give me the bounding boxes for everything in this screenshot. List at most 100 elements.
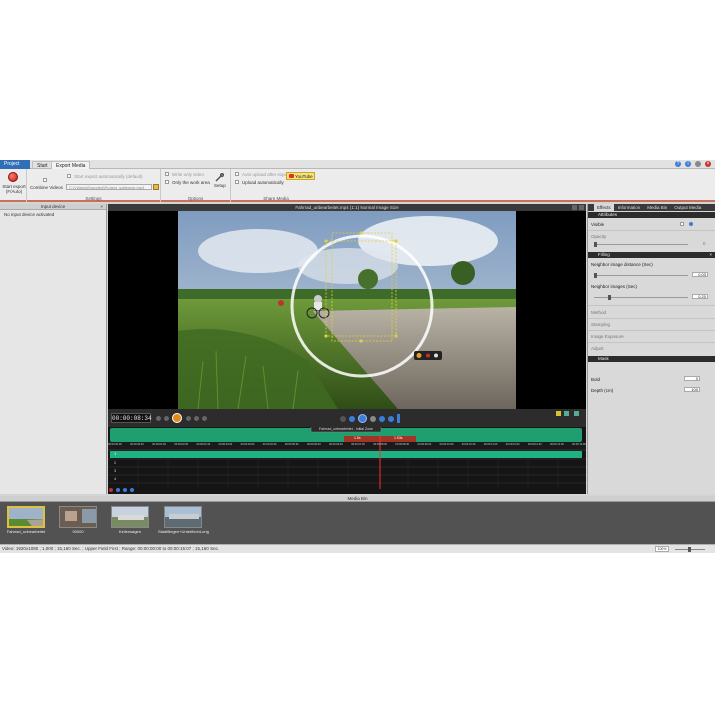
pause-icon[interactable] — [370, 415, 376, 422]
visible-checkbox[interactable] — [680, 222, 684, 226]
slider-knob[interactable] — [594, 273, 597, 278]
ruler-tick: 00:00:05:20 — [284, 443, 299, 446]
attributes-section-header[interactable]: Attributes — [588, 212, 715, 218]
close-panel-icon[interactable]: × — [100, 204, 103, 210]
neighbor-distance-slider[interactable] — [594, 273, 688, 278]
combine-videos-checkbox[interactable] — [43, 178, 47, 182]
media-label: Stadtfliegen+Unterflecht-orig — [158, 529, 209, 534]
play-icon[interactable] — [358, 414, 367, 423]
next-marker-button[interactable] — [194, 416, 199, 421]
zoom-knob[interactable] — [688, 547, 691, 552]
ruler-tick: 00:00:01:20 — [152, 443, 166, 446]
tab-start[interactable]: Start — [32, 161, 53, 169]
rewind-icon[interactable] — [349, 415, 355, 422]
filling-section-header[interactable]: Filling × — [588, 252, 715, 258]
tab-project[interactable]: Project — [0, 160, 30, 169]
divider — [588, 305, 715, 306]
video-title-text: Fahrrad_unbearbeitet.mp4 (1:1) Normal Im… — [295, 205, 399, 210]
neighbor-distance-label: Neighbor image distance (Sec) — [591, 262, 653, 267]
prev-frame-button[interactable] — [164, 416, 169, 421]
slider-knob[interactable] — [594, 242, 597, 247]
help-icon[interactable]: ? — [675, 161, 681, 167]
audio-toggle-icon[interactable] — [574, 411, 579, 416]
close-section-icon[interactable]: × — [709, 252, 712, 258]
preview-area: Fahrrad_unbearbeitet.mp4 (1:1) Normal Im… — [108, 204, 586, 494]
ribbon: Start export (F/Auto) Combine Videos Sta… — [0, 169, 715, 202]
marker-toggle-icon[interactable] — [564, 411, 569, 416]
go-start-icon[interactable] — [340, 415, 346, 422]
tab-output-media[interactable]: Output Media — [671, 204, 704, 211]
playback-controls — [340, 413, 400, 424]
depth-input[interactable]: 100 — [684, 387, 700, 392]
media-thumbnail[interactable] — [59, 506, 97, 528]
opacity-slider[interactable] — [594, 242, 688, 247]
video-preview[interactable] — [108, 211, 586, 409]
tab-export-media[interactable]: Export Media — [51, 161, 91, 169]
auto-upload-checkbox[interactable] — [235, 172, 239, 176]
upload-automatically-checkbox[interactable] — [235, 180, 239, 184]
ruler-tick: 00:00:12:00 — [505, 443, 520, 446]
next-icon[interactable] — [397, 414, 400, 423]
auto-upload-label: Auto upload after export — [242, 172, 291, 177]
prev-marker-button[interactable] — [156, 416, 161, 421]
neighbor-images-slider[interactable] — [594, 295, 688, 300]
menu-tab-bar: Project Start Export Media ? i × — [0, 160, 715, 169]
tab-information[interactable]: Information — [615, 204, 644, 211]
neighbor-images-input[interactable]: 0.20 — [692, 294, 708, 299]
tab-effects[interactable]: Effects — [594, 204, 614, 211]
zoom-slider[interactable] — [675, 547, 705, 552]
upload-automatically-label: Upload automatically — [242, 180, 284, 185]
media-thumbnail[interactable] — [164, 506, 202, 528]
media-thumbnail[interactable] — [7, 506, 45, 528]
video-only-checkbox[interactable] — [165, 172, 169, 176]
keyframe-icon[interactable] — [689, 222, 693, 226]
zoom-level[interactable]: 100% — [655, 546, 669, 552]
opacity-value[interactable]: 0 — [703, 241, 706, 246]
ruler-tick: 00:00:14:00 — [572, 443, 586, 446]
ruler-tick: 00:00:02:00 — [174, 443, 189, 446]
close-icon[interactable]: × — [705, 161, 711, 167]
settings-icon[interactable] — [695, 161, 701, 167]
media-thumbnail[interactable] — [111, 506, 149, 528]
snap-icon[interactable] — [556, 411, 561, 416]
start-export-button[interactable] — [8, 172, 18, 182]
info-icon[interactable]: i — [685, 161, 691, 167]
go-end-icon[interactable] — [388, 415, 394, 422]
loop-button[interactable] — [202, 416, 207, 421]
status-text: Video: 1920x1080 ; 1,000 ; 15,160 Sec. ;… — [2, 546, 220, 551]
timecode-display[interactable]: 00:00:08:34 — [111, 413, 152, 423]
bold-input[interactable]: 0 — [684, 376, 700, 381]
auto-export-checkbox[interactable] — [67, 174, 71, 178]
bold-label: Bold — [591, 377, 601, 382]
setup-label[interactable]: Setup — [214, 183, 226, 188]
ruler-tick: 00:00:08:00 — [373, 443, 388, 446]
next-frame-button[interactable] — [186, 416, 191, 421]
auto-export-label: Start export automatically (default) — [74, 174, 143, 179]
minimize-icon[interactable] — [572, 205, 577, 210]
divider — [588, 330, 715, 331]
export-path-field[interactable]: C:\Videos\Exported\Project_softencer.mp4 — [66, 184, 152, 190]
work-area-checkbox[interactable] — [165, 180, 169, 184]
media-label: Fahrrad_unbearbeitet — [6, 529, 46, 534]
maximize-icon[interactable] — [579, 205, 584, 210]
slider-knob[interactable] — [608, 295, 611, 300]
youtube-button[interactable]: YouTube — [286, 172, 315, 180]
effects-panel: Effects Information Media Bin Output Med… — [587, 204, 715, 494]
work-area-label: Only the work area — [172, 180, 210, 185]
ruler-tick: 00:00:13:20 — [550, 443, 564, 446]
media-bin-header: Media Bin — [0, 496, 715, 502]
folder-icon[interactable] — [153, 184, 159, 190]
fast-forward-icon[interactable] — [379, 415, 385, 422]
neighbor-distance-input[interactable]: 0.03 — [692, 272, 708, 277]
setup-icon[interactable] — [215, 172, 225, 182]
start-export-group: Start export (F/Auto) — [0, 169, 27, 202]
ruler-tick: 00:00:10:40 — [461, 443, 476, 446]
ruler-tick: 00:00:03:20 — [218, 443, 233, 446]
record-button[interactable] — [172, 413, 182, 423]
visible-label: Visible — [591, 222, 605, 227]
timeline[interactable]: Fahrrad_unbearbeitet - Initial Zone 1.5s… — [108, 425, 586, 494]
tab-media-bin[interactable]: Media Bin — [644, 204, 670, 211]
mask-section-header[interactable]: Mask — [588, 356, 715, 362]
stamping-label: Stamping — [591, 322, 611, 327]
status-bar: Video: 1920x1080 ; 1,000 ; 15,160 Sec. ;… — [0, 544, 715, 553]
